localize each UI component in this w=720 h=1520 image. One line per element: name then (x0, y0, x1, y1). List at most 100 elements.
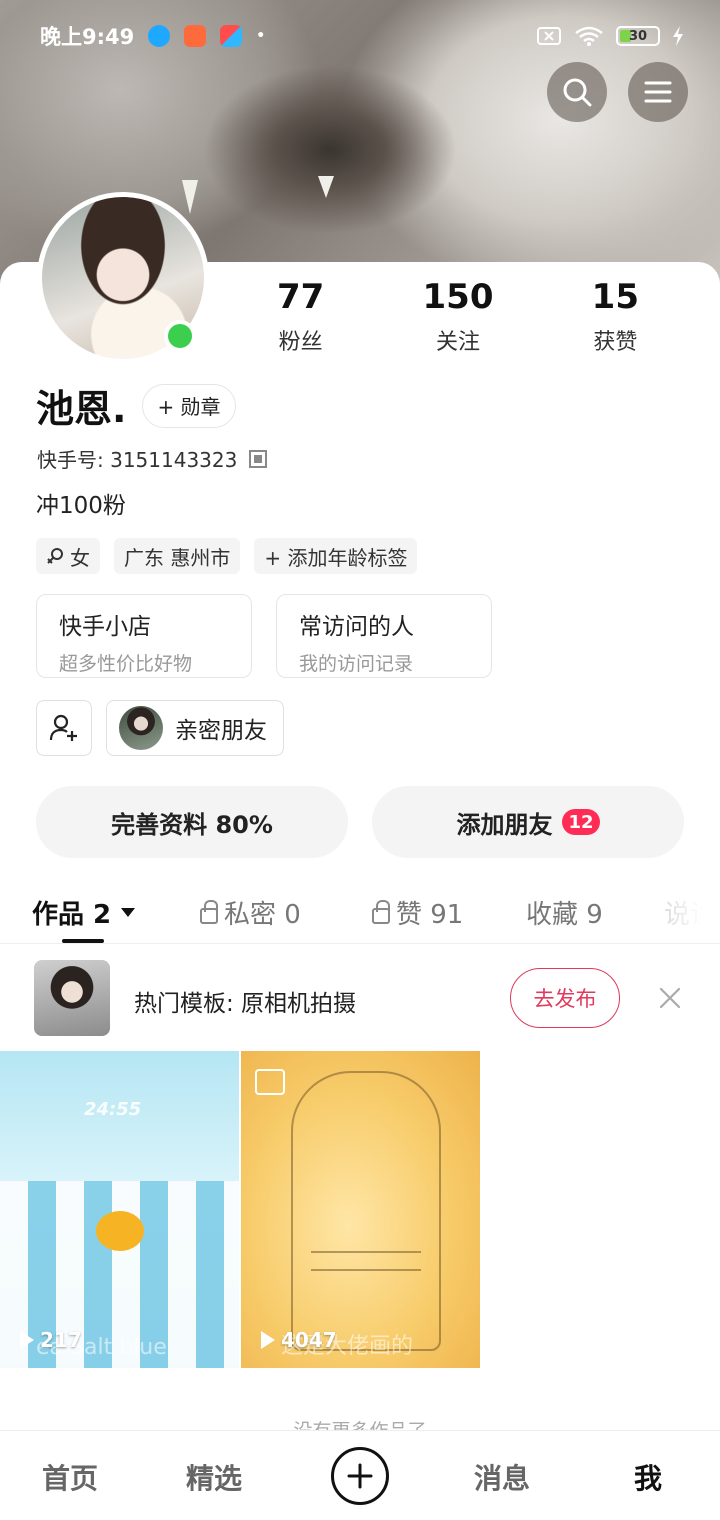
add-friends-button[interactable]: 添加朋友 12 (372, 786, 684, 858)
action-row: 完善资料 80% 添加朋友 12 (36, 786, 684, 858)
work-timer: 24:55 (84, 1099, 142, 1120)
charging-icon (673, 26, 683, 46)
add-age-tag-button[interactable]: + 添加年龄标签 (254, 538, 418, 574)
stat-value: 150 (422, 277, 494, 317)
stat-followers[interactable]: 77 粉丝 (222, 276, 379, 356)
nav-home[interactable]: 首页 (42, 1457, 98, 1497)
play-count: 4047 (261, 1328, 337, 1352)
tag-text: + 添加年龄标签 (264, 545, 408, 570)
find-friends-button[interactable] (36, 700, 92, 756)
publish-button[interactable]: 去发布 (510, 968, 620, 1028)
kuaishou-shop-card[interactable]: 快手小店 超多性价比好物 (36, 594, 252, 678)
play-count: 217 (20, 1328, 82, 1352)
stat-following[interactable]: 150 关注 (379, 276, 536, 356)
profile-name: 池恩. (36, 387, 127, 431)
works-grid: 24:55 ea.Salt.blue 217 这是大佬画的 4047 (0, 1051, 480, 1368)
stat-label: 获赞 (593, 330, 638, 355)
tag-gender[interactable]: 女 (36, 538, 100, 574)
kuaishou-id-row[interactable]: 快手号: 3151143323 (37, 444, 268, 473)
female-icon (47, 548, 63, 564)
mail-app-icon (184, 25, 207, 47)
active-tab-indicator (62, 939, 104, 943)
profile-bio: 冲100粉 (36, 493, 126, 519)
tab-label: 收藏 9 (526, 900, 603, 930)
close-icon[interactable] (656, 984, 684, 1012)
menu-button[interactable] (628, 62, 688, 122)
dot-icon: • (256, 28, 266, 44)
promo-text: 热门模板: 原相机拍摄 (134, 991, 357, 1017)
complete-profile-button[interactable]: 完善资料 80% (36, 786, 348, 858)
tab-liked[interactable]: 赞 91 (372, 894, 463, 931)
profile-stats: 77 粉丝 150 关注 15 获赞 (222, 276, 694, 356)
add-user-icon (49, 714, 77, 741)
work-character (96, 1211, 144, 1251)
wifi-icon (575, 26, 603, 46)
search-button[interactable] (547, 62, 607, 122)
battery-icon: 30 (616, 26, 660, 46)
work-sketch (291, 1071, 441, 1351)
profile-tags: 女 广东 惠州市 + 添加年龄标签 (36, 538, 418, 574)
tab-works[interactable]: 作品 2 (32, 894, 136, 931)
menu-icon (644, 81, 672, 103)
stat-label: 关注 (435, 330, 480, 355)
play-count-value: 217 (40, 1328, 82, 1352)
search-icon (563, 78, 592, 107)
status-time: 晚上9:49 (40, 25, 135, 49)
cover-detail (318, 176, 334, 198)
browser-icon (148, 25, 171, 47)
tabs-fade (630, 886, 720, 942)
stat-value: 15 (591, 277, 639, 317)
promo-thumbnail[interactable] (34, 960, 110, 1036)
sim-off-icon (537, 27, 561, 45)
close-friends-label: 亲密朋友 (175, 718, 267, 744)
work-item[interactable]: 24:55 ea.Salt.blue 217 (0, 1051, 239, 1368)
tab-label: 私密 0 (224, 900, 301, 930)
nav-featured[interactable]: 精选 (186, 1457, 242, 1497)
tab-favorites[interactable]: 收藏 9 (526, 894, 603, 931)
stat-likes[interactable]: 15 获赞 (537, 276, 694, 356)
create-button[interactable] (331, 1447, 389, 1505)
card-subtitle: 我的访问记录 (299, 653, 414, 675)
tab-private[interactable]: 私密 0 (200, 894, 301, 931)
play-count-value: 4047 (281, 1328, 337, 1352)
stat-label: 粉丝 (278, 330, 323, 355)
name-row: 池恩. + 勋章 (36, 378, 236, 433)
image-post-icon (255, 1069, 285, 1095)
card-subtitle: 超多性价比好物 (59, 653, 193, 675)
online-status-dot (164, 320, 196, 352)
qr-code-icon (249, 449, 268, 468)
lock-icon (372, 899, 390, 924)
caret-down-icon (121, 908, 136, 917)
work-sketch-detail (311, 1251, 421, 1271)
stat-value: 77 (277, 277, 325, 317)
tab-label: 作品 2 (32, 900, 112, 930)
feature-boxes: 快手小店 超多性价比好物 常访问的人 我的访问记录 (36, 594, 492, 678)
play-icon (20, 1331, 34, 1349)
play-icon (261, 1331, 275, 1349)
work-item[interactable]: 这是大佬画的 4047 (241, 1051, 480, 1368)
tab-label: 赞 91 (396, 900, 464, 930)
kuaishou-icon (220, 25, 243, 47)
template-promo: 热门模板: 原相机拍摄 去发布 (0, 958, 720, 1042)
plus-icon (347, 1463, 373, 1489)
add-friends-label: 添加朋友 (456, 810, 553, 839)
profile-tabs: 作品 2 私密 0 赞 91 收藏 9 说说 (0, 886, 720, 944)
cover-detail (182, 180, 198, 214)
card-title: 常访问的人 (299, 614, 414, 640)
tag-location[interactable]: 广东 惠州市 (114, 538, 241, 574)
nav-messages[interactable]: 消息 (474, 1457, 530, 1497)
complete-profile-label: 完善资料 80% (111, 810, 273, 839)
battery-level: 30 (628, 28, 648, 44)
lock-icon (200, 899, 218, 924)
add-medal-button[interactable]: + 勋章 (142, 383, 236, 428)
frequent-visitors-card[interactable]: 常访问的人 我的访问记录 (276, 594, 492, 678)
tag-text: 广东 惠州市 (124, 545, 231, 570)
close-friends-button[interactable]: 亲密朋友 (106, 700, 284, 756)
tag-text: 女 (70, 545, 90, 570)
nav-me[interactable]: 我 (634, 1457, 662, 1497)
status-bar: 晚上9:49 • 30 (40, 20, 684, 52)
add-friends-badge: 12 (562, 809, 600, 835)
bottom-nav: 首页 精选 消息 我 (0, 1430, 720, 1520)
friends-row: 亲密朋友 (36, 700, 284, 756)
card-title: 快手小店 (59, 614, 151, 640)
